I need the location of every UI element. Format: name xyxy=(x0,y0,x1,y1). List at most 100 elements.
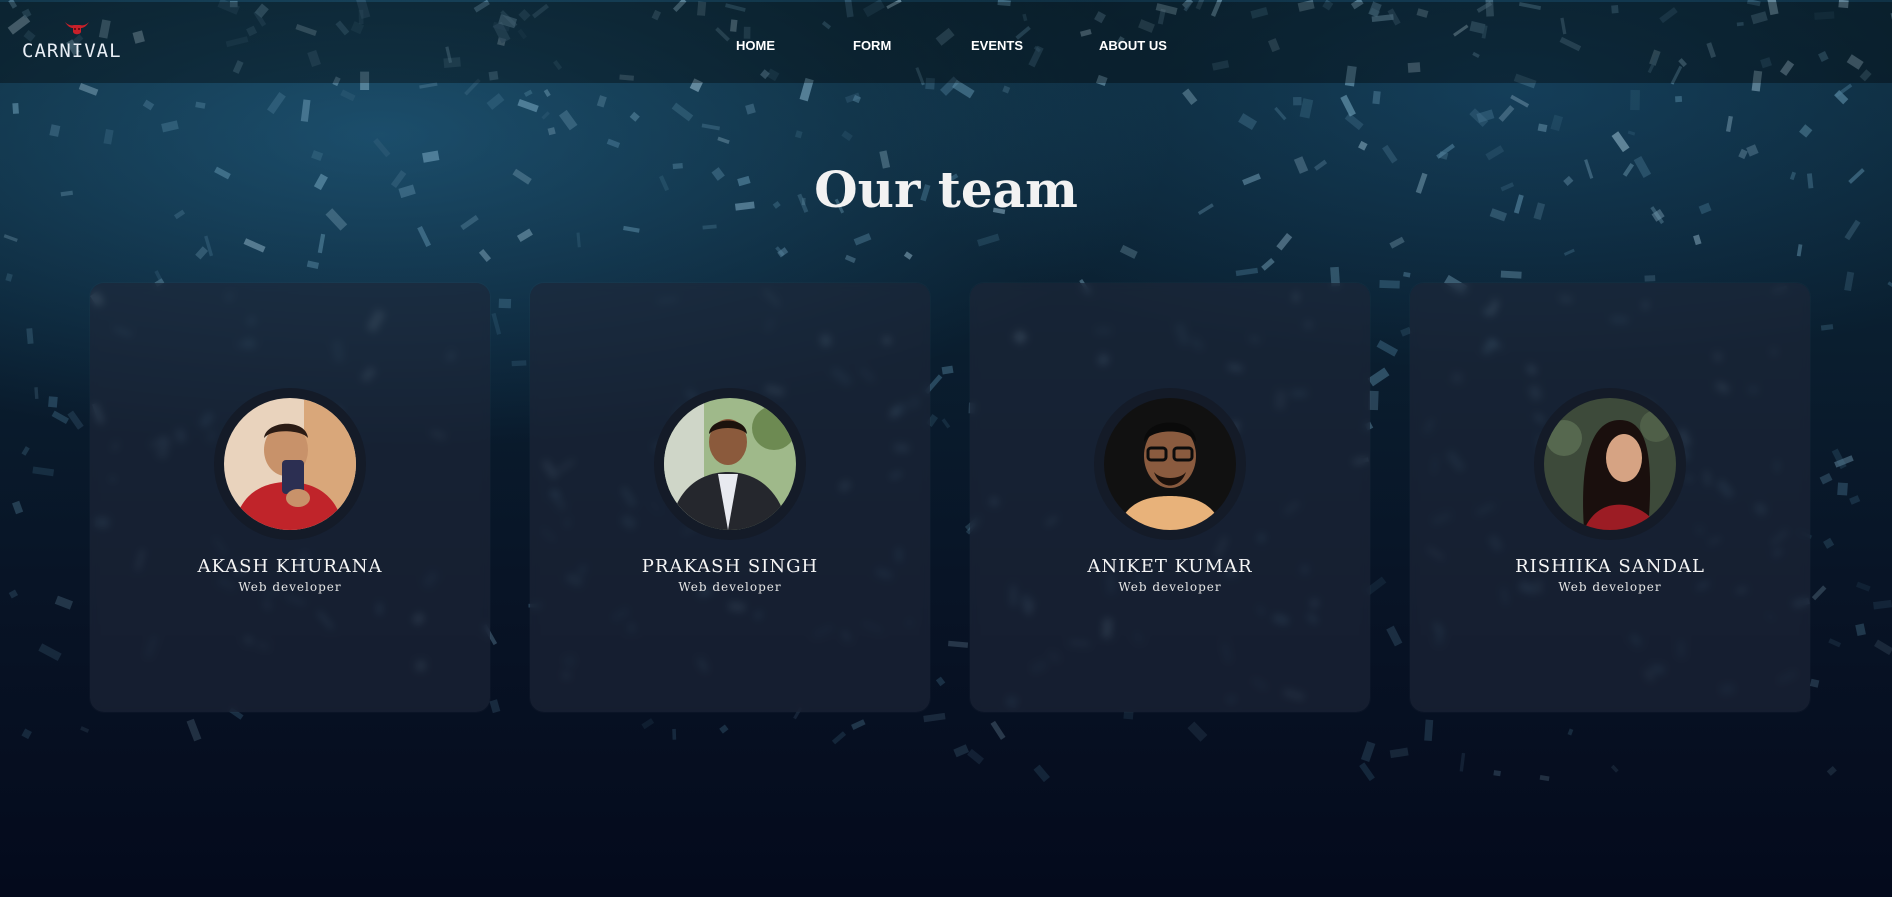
member-name: AKASH KHURANA xyxy=(197,556,383,577)
confetti-piece xyxy=(491,312,502,335)
portrait-photo-icon xyxy=(224,398,356,530)
confetti-piece xyxy=(775,246,785,257)
confetti-piece xyxy=(841,130,853,142)
confetti-piece xyxy=(576,232,581,248)
confetti-piece xyxy=(1844,271,1855,292)
confetti-piece xyxy=(1746,144,1759,157)
confetti-piece xyxy=(923,712,946,723)
confetti-piece xyxy=(1293,97,1302,106)
confetti-piece xyxy=(1493,770,1501,777)
confetti-piece xyxy=(641,718,655,730)
member-role: Web developer xyxy=(678,580,782,594)
confetti-piece xyxy=(967,748,984,765)
confetti-piece xyxy=(1826,765,1837,776)
confetti-piece xyxy=(373,138,391,158)
confetti-piece xyxy=(852,94,862,104)
member-role: Web developer xyxy=(238,580,342,594)
confetti-piece xyxy=(1823,537,1835,549)
confetti-piece xyxy=(719,724,729,734)
confetti-piece xyxy=(1485,145,1505,161)
confetti-piece xyxy=(1610,764,1619,773)
confetti-piece xyxy=(1403,271,1411,278)
confetti-piece xyxy=(300,99,311,122)
confetti-piece xyxy=(523,89,533,97)
confetti-piece xyxy=(606,138,621,149)
confetti-piece xyxy=(1563,248,1575,256)
confetti-piece xyxy=(1367,367,1390,387)
team-card: AKASH KHURANA Web developer xyxy=(90,283,490,712)
brand-name: CARNIVAL xyxy=(22,40,122,62)
confetti-piece xyxy=(154,270,163,282)
confetti-piece xyxy=(543,89,551,97)
confetti-piece xyxy=(1873,599,1892,610)
confetti-piece xyxy=(1834,90,1849,105)
confetti-piece xyxy=(1340,94,1356,117)
confetti-piece xyxy=(267,91,286,115)
confetti-piece xyxy=(204,235,214,257)
confetti-piece xyxy=(845,92,861,104)
confetti-piece xyxy=(186,718,202,742)
portrait-photo-icon xyxy=(1544,398,1676,530)
about-page: CARNIVAL HOME FORM EVENTS ABOUT US Our t… xyxy=(0,0,1892,897)
confetti-piece xyxy=(32,466,55,477)
confetti-piece xyxy=(1002,85,1011,94)
avatar-frame xyxy=(214,388,366,540)
confetti-piece xyxy=(161,120,179,133)
confetti-piece xyxy=(1567,728,1574,736)
confetti-piece xyxy=(498,298,512,309)
confetti-piece xyxy=(489,699,501,714)
confetti-piece xyxy=(953,744,970,758)
confetti-piece xyxy=(1630,89,1640,111)
confetti-piece xyxy=(417,226,431,247)
confetti-piece xyxy=(1627,130,1636,136)
bull-icon xyxy=(65,22,89,35)
confetti-piece xyxy=(596,95,607,108)
nav-home[interactable]: HOME xyxy=(736,38,775,53)
confetti-piece xyxy=(844,254,856,264)
confetti-piece xyxy=(12,103,19,114)
confetti-piece xyxy=(1539,774,1550,782)
nav-about-us[interactable]: ABOUT US xyxy=(1099,38,1167,53)
confetti-piece xyxy=(517,98,539,113)
page-title: Our team xyxy=(814,160,1078,219)
confetti-piece xyxy=(1796,244,1803,257)
member-name: RISHIIKA SANDAL xyxy=(1515,556,1705,577)
confetti-piece xyxy=(1675,95,1683,103)
confetti-piece xyxy=(78,83,99,96)
confetti-piece xyxy=(777,247,789,258)
confetti-piece xyxy=(629,111,640,122)
confetti-piece xyxy=(853,233,872,246)
confetti-piece xyxy=(1235,267,1259,277)
confetti-piece xyxy=(1837,482,1848,496)
confetti-piece xyxy=(1811,585,1827,601)
nav-events[interactable]: EVENTS xyxy=(971,38,1023,53)
avatar-frame xyxy=(1094,388,1246,540)
team-card: ANIKET KUMAR Web developer xyxy=(970,283,1370,712)
confetti-piece xyxy=(1033,764,1050,783)
confetti-piece xyxy=(80,726,90,733)
member-name: ANIKET KUMAR xyxy=(1087,556,1253,577)
confetti-piece xyxy=(1476,109,1495,123)
confetti-piece xyxy=(49,124,61,137)
brand-logo[interactable]: CARNIVAL xyxy=(22,20,122,65)
confetti-piece xyxy=(1500,270,1522,279)
confetti-piece xyxy=(34,387,39,400)
confetti-piece xyxy=(48,396,58,408)
confetti-piece xyxy=(1119,244,1138,259)
confetti-piece xyxy=(1819,472,1833,485)
avatar xyxy=(664,398,796,530)
member-role: Web developer xyxy=(1558,580,1662,594)
confetti-piece xyxy=(54,595,74,610)
confetti-piece xyxy=(1831,448,1847,470)
confetti-piece xyxy=(990,720,1006,740)
nav-form[interactable]: FORM xyxy=(853,38,891,53)
confetti-piece xyxy=(1344,112,1364,131)
confetti-piece xyxy=(851,719,866,730)
portrait-photo-icon xyxy=(1104,398,1236,530)
confetti-piece xyxy=(1238,113,1258,131)
confetti-piece xyxy=(941,365,954,375)
confetti-piece xyxy=(21,446,30,456)
confetti-piece xyxy=(1376,340,1399,357)
confetti-piece xyxy=(516,228,533,242)
confetti-piece xyxy=(558,109,578,131)
